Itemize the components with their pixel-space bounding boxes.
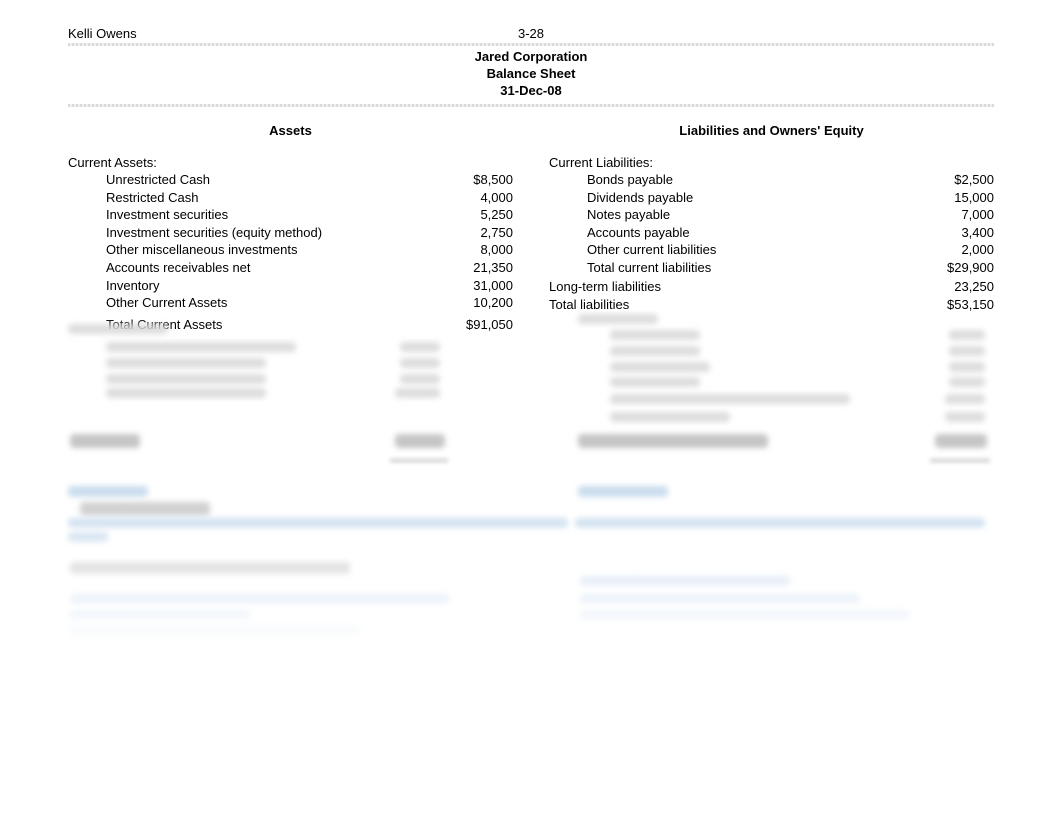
- asset-label: Other Current Assets: [106, 294, 227, 312]
- asset-label: Inventory: [106, 277, 159, 295]
- long-term-liabilities-row: Long-term liabilities 23,250: [549, 278, 994, 296]
- total-current-liabilities-value: $29,900: [914, 259, 994, 277]
- asset-label: Investment securities (equity method): [106, 224, 322, 242]
- liability-value: $2,500: [914, 171, 994, 189]
- asset-row: Accounts receivables net 21,350: [68, 259, 513, 277]
- total-current-liabilities-label: Total current liabilities: [587, 259, 711, 277]
- rule-top: [68, 43, 994, 46]
- liability-row: Other current liabilities 2,000: [549, 241, 994, 259]
- liability-row: Notes payable 7,000: [549, 206, 994, 224]
- liability-value: 2,000: [914, 241, 994, 259]
- asset-row: Restricted Cash 4,000: [68, 189, 513, 207]
- liability-row: Bonds payable $2,500: [549, 171, 994, 189]
- asset-row: Other miscellaneous investments 8,000: [68, 241, 513, 259]
- current-assets-label: Current Assets:: [68, 154, 157, 172]
- asset-label: Other miscellaneous investments: [106, 241, 297, 259]
- asset-row: Investment securities 5,250: [68, 206, 513, 224]
- asset-value: 4,000: [433, 189, 513, 207]
- balance-sheet: Kelli Owens 3-28 . Jared Corporation Bal…: [0, 0, 1062, 822]
- columns: Assets Current Assets: Unrestricted Cash…: [68, 123, 994, 333]
- long-term-liabilities-value: 23,250: [914, 278, 994, 296]
- asset-row: Other Current Assets 10,200: [68, 294, 513, 312]
- blank-value: [914, 154, 994, 172]
- asset-label: Unrestricted Cash: [106, 171, 210, 189]
- liability-label: Other current liabilities: [587, 241, 716, 259]
- asset-label: Investment securities: [106, 206, 228, 224]
- liability-row: Dividends payable 15,000: [549, 189, 994, 207]
- author-name: Kelli Owens: [68, 26, 137, 41]
- top-row: Kelli Owens 3-28 .: [68, 26, 994, 41]
- total-liabilities-row: Total liabilities $53,150: [549, 296, 994, 314]
- asset-value: 2,750: [433, 224, 513, 242]
- blank-value: [433, 154, 513, 172]
- liabilities-column: Liabilities and Owners' Equity Current L…: [531, 123, 994, 333]
- liability-label: Dividends payable: [587, 189, 693, 207]
- asset-row: Inventory 31,000: [68, 277, 513, 295]
- current-liabilities-label: Current Liabilities:: [549, 154, 653, 172]
- document-title: Balance Sheet: [68, 66, 994, 83]
- total-liabilities-value: $53,150: [914, 296, 994, 314]
- total-current-assets-value: $91,050: [433, 316, 513, 334]
- liability-value: 3,400: [914, 224, 994, 242]
- asset-row: Unrestricted Cash $8,500: [68, 171, 513, 189]
- liability-label: Notes payable: [587, 206, 670, 224]
- liability-value: 7,000: [914, 206, 994, 224]
- asset-value: 5,250: [433, 206, 513, 224]
- liability-label: Accounts payable: [587, 224, 690, 242]
- liability-row: Accounts payable 3,400: [549, 224, 994, 242]
- total-current-liabilities-row: Total current liabilities $29,900: [549, 259, 994, 277]
- assets-heading: Assets: [68, 123, 513, 138]
- current-assets-label-row: Current Assets:: [68, 154, 513, 172]
- asset-row: Investment securities (equity method) 2,…: [68, 224, 513, 242]
- assets-column: Assets Current Assets: Unrestricted Cash…: [68, 123, 531, 333]
- total-current-assets-label: Total Current Assets: [106, 316, 222, 334]
- long-term-liabilities-label: Long-term liabilities: [549, 278, 661, 296]
- liability-label: Bonds payable: [587, 171, 673, 189]
- fade-overlay: [0, 470, 1062, 650]
- asset-value: $8,500: [433, 171, 513, 189]
- asset-value: 31,000: [433, 277, 513, 295]
- title-block: Jared Corporation Balance Sheet 31-Dec-0…: [68, 49, 994, 100]
- asset-label: Restricted Cash: [106, 189, 198, 207]
- asset-label: Accounts receivables net: [106, 259, 251, 277]
- rule-mid: [68, 104, 994, 107]
- asset-value: 21,350: [433, 259, 513, 277]
- document-date: 31-Dec-08: [68, 83, 994, 100]
- company-name: Jared Corporation: [68, 49, 994, 66]
- liabilities-heading: Liabilities and Owners' Equity: [549, 123, 994, 138]
- total-current-assets-row: Total Current Assets $91,050: [68, 316, 513, 334]
- asset-value: 10,200: [433, 294, 513, 312]
- asset-value: 8,000: [433, 241, 513, 259]
- page-reference: 3-28: [518, 26, 544, 41]
- obscured-region: [0, 314, 1062, 644]
- current-liabilities-label-row: Current Liabilities:: [549, 154, 994, 172]
- liability-value: 15,000: [914, 189, 994, 207]
- total-liabilities-label: Total liabilities: [549, 296, 629, 314]
